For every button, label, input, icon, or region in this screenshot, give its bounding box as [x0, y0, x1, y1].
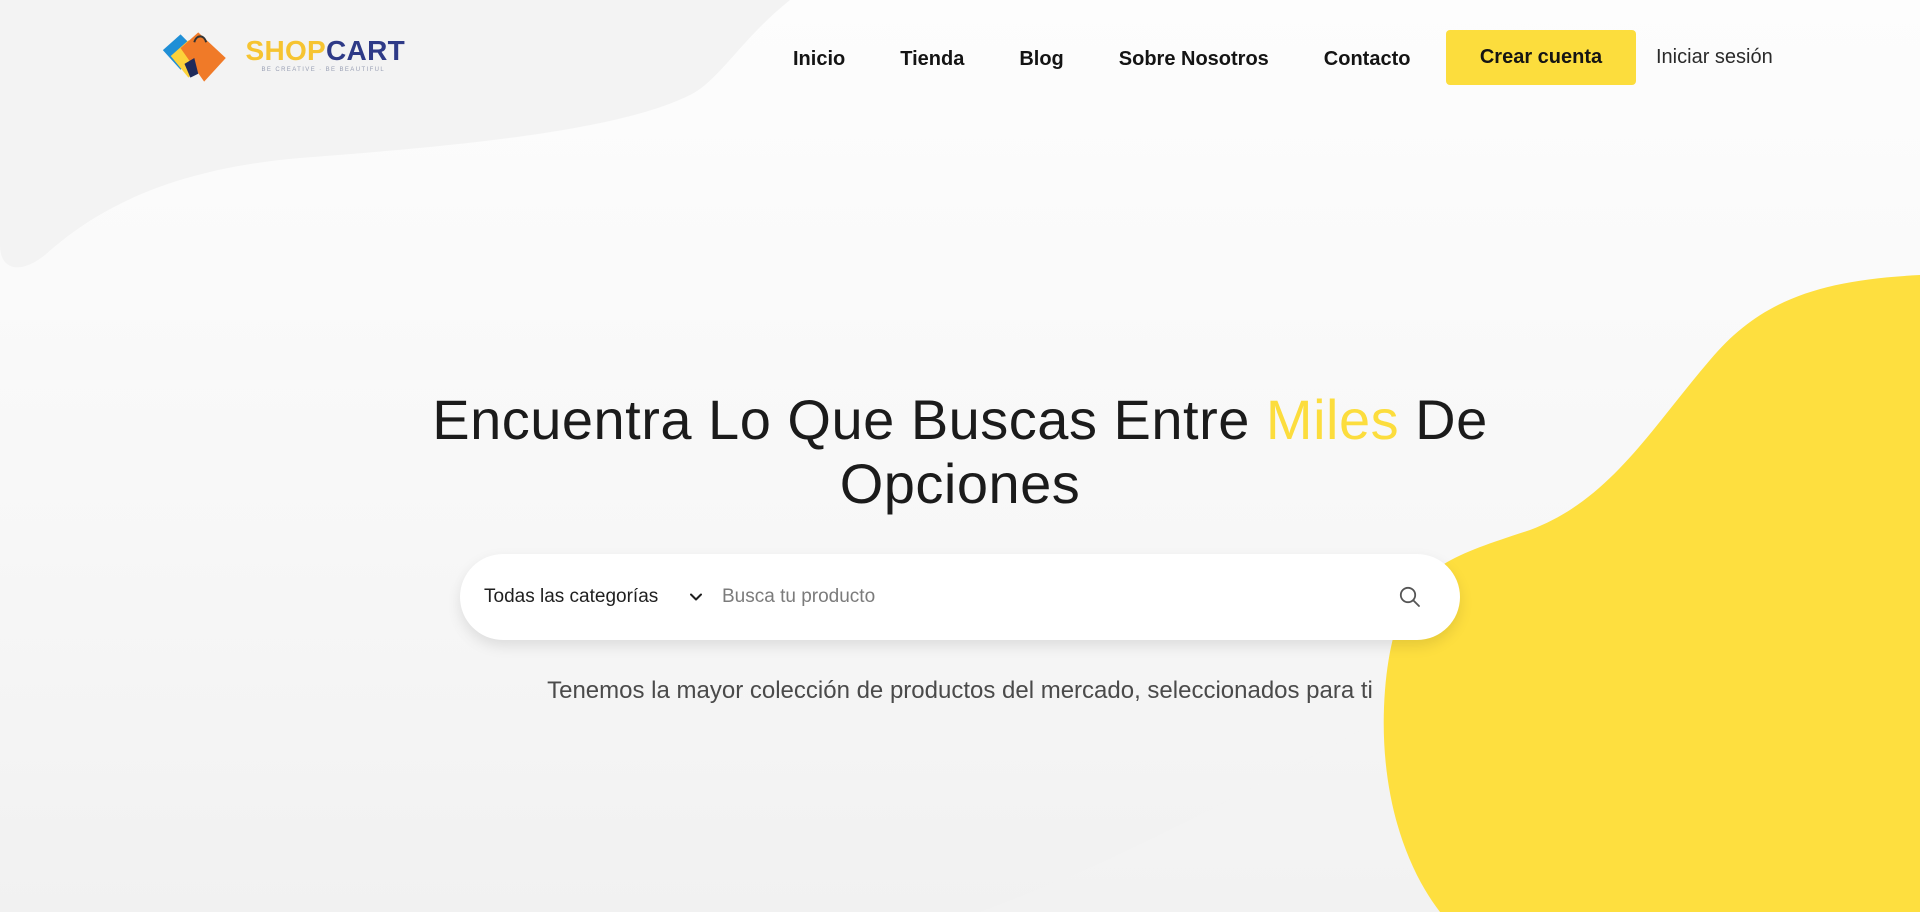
search-button[interactable]: [1370, 554, 1450, 640]
shopping-bags-logo-icon: [162, 32, 226, 82]
search-bar: Todas las categorías: [460, 554, 1460, 640]
page: SHOPCART BE CREATIVE · BE BEAUTIFUL Inic…: [0, 0, 1920, 912]
logo-shop-text: SHOP: [245, 35, 327, 66]
chevron-down-icon: [690, 590, 704, 604]
hero-title-accent: Miles: [1265, 388, 1400, 451]
logo-cart-text: CART: [326, 35, 405, 66]
logo-text: SHOPCART BE CREATIVE · BE BEAUTIFUL: [245, 37, 405, 74]
nav-item-tienda[interactable]: Tienda: [900, 48, 964, 71]
hero-title-start: Encuentra Lo Que Buscas Entre: [432, 388, 1266, 451]
category-select-value: Todas las categorías: [484, 586, 659, 607]
nav-item-sobre-nosotros[interactable]: Sobre Nosotros: [1119, 48, 1269, 71]
logo-tagline: BE CREATIVE · BE BEAUTIFUL: [261, 67, 386, 73]
nav-item-contacto[interactable]: Contacto: [1324, 48, 1411, 71]
logo-wordmark: SHOPCART: [245, 37, 405, 65]
category-select[interactable]: Todas las categorías: [460, 554, 710, 640]
main-nav: Inicio Tienda Blog Sobre Nosotros Contac…: [793, 44, 1410, 74]
login-link[interactable]: Iniciar sesión: [1656, 46, 1773, 69]
hero-title: Encuentra Lo Que Buscas Entre Miles De O…: [380, 388, 1540, 516]
create-account-button[interactable]: Crear cuenta: [1446, 30, 1636, 85]
hero-subtitle: Tenemos la mayor colección de productos …: [547, 677, 1373, 704]
search-icon: [1399, 586, 1420, 607]
search-input[interactable]: [710, 554, 1370, 640]
nav-item-blog[interactable]: Blog: [1019, 48, 1063, 71]
nav-item-inicio[interactable]: Inicio: [793, 48, 845, 71]
site-header: SHOPCART BE CREATIVE · BE BEAUTIFUL Inic…: [0, 0, 1920, 118]
logo[interactable]: SHOPCART BE CREATIVE · BE BEAUTIFUL: [155, 28, 405, 86]
